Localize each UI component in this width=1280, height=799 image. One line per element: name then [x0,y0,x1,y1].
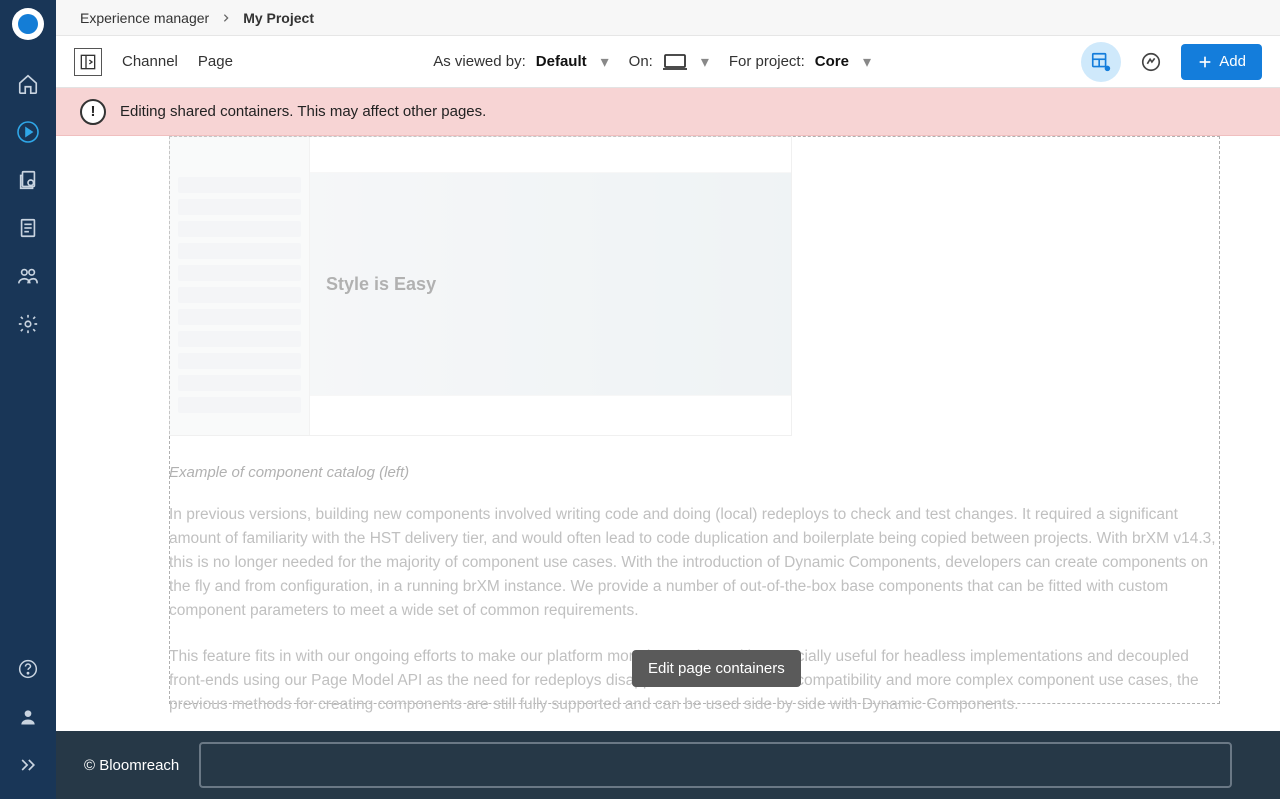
main-sidebar [0,0,56,799]
body-paragraph: In previous versions, building new compo… [169,503,1220,623]
channel-dropdown[interactable]: Channel [122,53,178,70]
sidebar-item-home[interactable] [0,60,56,108]
tooltip: Edit page containers [632,650,801,687]
sidebar-item-audience[interactable] [0,252,56,300]
on-label: On: [629,53,653,70]
edit-containers-button[interactable] [1081,42,1121,82]
chevron-right-icon [221,13,231,23]
sidebar-item-experience[interactable] [0,108,56,156]
sidebar-item-help[interactable] [0,645,56,693]
breadcrumb-root[interactable]: Experience manager [80,10,209,26]
sidebar-item-documents[interactable] [0,204,56,252]
sidebar-item-projects[interactable] [0,156,56,204]
view-as-value[interactable]: Default [536,53,587,70]
project-label: For project: [729,53,805,70]
sidebar-item-user[interactable] [0,693,56,741]
editor-toolbar: Channel Page As viewed by: Default ▾ On:… [56,36,1280,88]
footer-container-slot[interactable] [199,742,1232,788]
main-area: Experience manager My Project Channel Pa… [56,0,1280,799]
warning-message: Editing shared containers. This may affe… [120,103,486,120]
image-caption: Example of component catalog (left) [169,464,1220,481]
warning-banner: ! Editing shared containers. This may af… [56,88,1280,136]
sidebar-item-settings[interactable] [0,300,56,348]
breadcrumb: Experience manager My Project [56,0,1280,36]
breadcrumb-current: My Project [243,10,314,26]
view-as-label: As viewed by: [433,53,526,70]
preview-button[interactable] [1131,42,1171,82]
device-icon[interactable] [663,53,687,71]
sidebar-toggle-button[interactable] [74,48,102,76]
brand-logo[interactable] [12,8,44,40]
add-button-label: Add [1219,53,1246,70]
footer-copyright: © Bloomreach [84,757,179,774]
chevron-down-icon[interactable]: ▾ [863,52,871,72]
page-footer: © Bloomreach [56,731,1280,799]
page-dropdown[interactable]: Page [198,53,233,70]
example-screenshot: Style is Easy [169,136,792,436]
sidebar-item-collapse[interactable] [0,741,56,789]
chevron-down-icon[interactable]: ▾ [601,52,609,72]
tooltip-text: Edit page containers [648,660,785,677]
warning-icon: ! [80,99,106,125]
add-button[interactable]: Add [1181,44,1262,80]
project-value[interactable]: Core [815,53,849,70]
chevron-down-icon[interactable]: ▾ [701,52,709,72]
page-canvas[interactable]: Style is Easy Example of component catal… [56,136,1280,799]
hero-title-text: Style is Easy [326,274,436,295]
